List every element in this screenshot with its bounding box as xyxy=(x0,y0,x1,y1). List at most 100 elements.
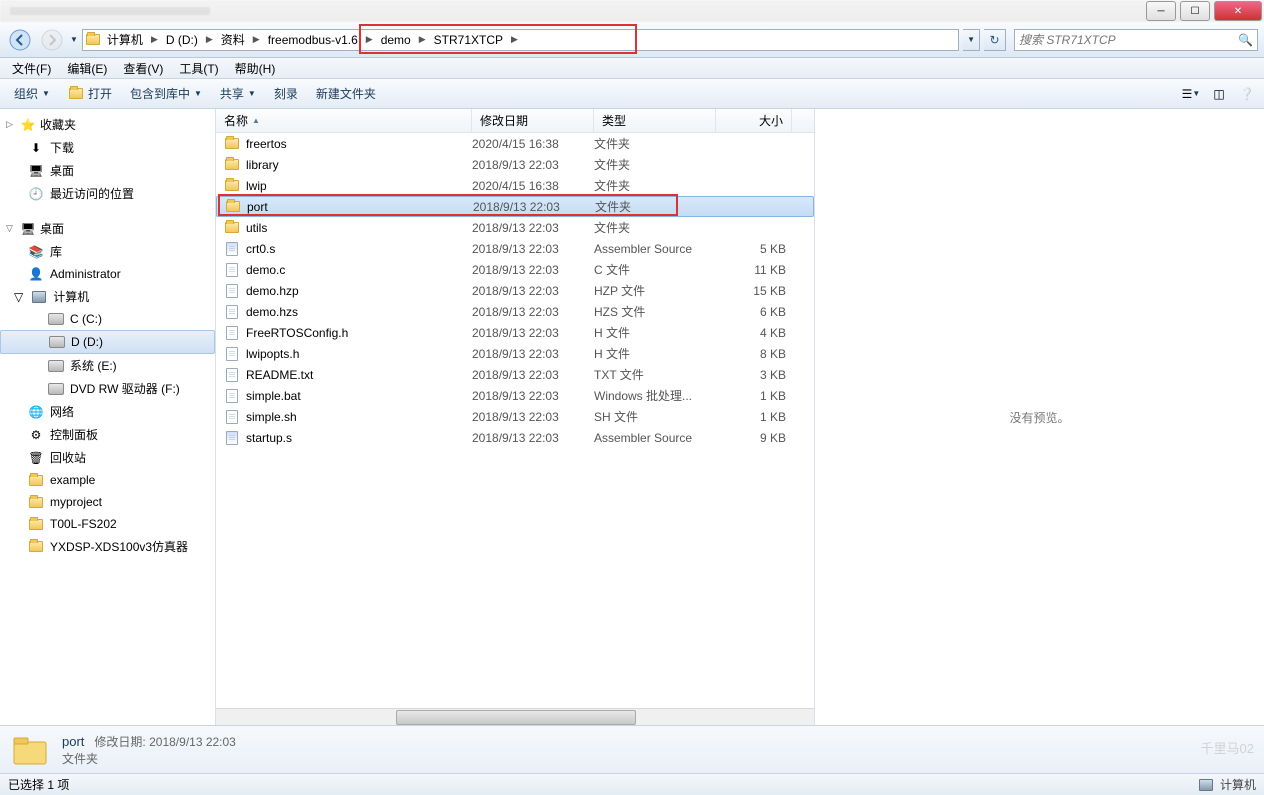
file-size: 1 KB xyxy=(716,410,786,424)
include-library-button[interactable]: 包含到库中 ▼ xyxy=(122,81,210,106)
breadcrumb-segment[interactable]: STR71XTCP xyxy=(428,31,509,49)
sidebar-item-label: example xyxy=(50,473,95,487)
back-button[interactable] xyxy=(6,26,34,54)
sidebar-item[interactable]: 系统 (E:) xyxy=(0,354,215,377)
help-button[interactable]: ❔ xyxy=(1236,83,1258,105)
breadcrumb[interactable]: 计算机▶D (D:)▶资料▶freemodbus-v1.6▶demo▶STR71… xyxy=(82,29,959,51)
file-row[interactable]: utils2018/9/13 22:03文件夹 xyxy=(216,217,814,238)
sidebar-item[interactable]: ⚙控制面板 xyxy=(0,423,215,446)
new-folder-button[interactable]: 新建文件夹 xyxy=(308,81,384,106)
navigation-pane[interactable]: ▷⭐收藏夹⬇下载🖥桌面🕘最近访问的位置▽🖥桌面📚库👤Administrator▽… xyxy=(0,109,216,725)
share-button[interactable]: 共享 ▼ xyxy=(212,81,264,106)
open-button[interactable]: 打开 xyxy=(60,81,120,106)
close-button[interactable]: ✕ xyxy=(1214,1,1262,21)
file-row[interactable]: port2018/9/13 22:03文件夹 xyxy=(216,196,814,217)
search-input[interactable] xyxy=(1019,33,1238,47)
file-row[interactable]: crt0.s2018/9/13 22:03Assembler Source5 K… xyxy=(216,238,814,259)
file-type: 文件夹 xyxy=(594,219,716,236)
chevron-right-icon[interactable]: ▶ xyxy=(509,34,520,45)
file-date: 2018/9/13 22:03 xyxy=(473,200,595,214)
view-mode-button[interactable]: ☰ ▼ xyxy=(1180,83,1202,105)
history-dropdown[interactable]: ▼ xyxy=(70,35,78,44)
sidebar-item[interactable]: 🗑回收站 xyxy=(0,446,215,469)
sidebar-item[interactable]: 🌐网络 xyxy=(0,400,215,423)
organize-button[interactable]: 组织 ▼ xyxy=(6,81,58,106)
sidebar-item[interactable]: 🕘最近访问的位置 xyxy=(0,182,215,205)
sidebar-item[interactable]: ⬇下载 xyxy=(0,136,215,159)
chevron-right-icon[interactable]: ▶ xyxy=(417,34,428,45)
menu-item[interactable]: 编辑(E) xyxy=(59,58,115,79)
breadcrumb-segment[interactable]: 计算机 xyxy=(101,29,149,50)
sidebar-item[interactable]: C (C:) xyxy=(0,308,215,330)
menu-item[interactable]: 查看(V) xyxy=(115,58,171,79)
file-row[interactable]: simple.sh2018/9/13 22:03SH 文件1 KB xyxy=(216,406,814,427)
file-row[interactable]: demo.hzp2018/9/13 22:03HZP 文件15 KB xyxy=(216,280,814,301)
breadcrumb-segment[interactable]: demo xyxy=(375,31,417,49)
chevron-right-icon[interactable]: ▶ xyxy=(251,34,262,45)
file-date: 2018/9/13 22:03 xyxy=(472,431,594,445)
preview-pane-button[interactable]: ◫ xyxy=(1208,83,1230,105)
minimize-button[interactable]: ─ xyxy=(1146,1,1176,21)
file-icon xyxy=(224,367,240,383)
column-name[interactable]: 名称▲ xyxy=(216,109,472,132)
sidebar-desktop[interactable]: ▽🖥桌面 xyxy=(0,217,215,240)
file-row[interactable]: FreeRTOSConfig.h2018/9/13 22:03H 文件4 KB xyxy=(216,322,814,343)
maximize-button[interactable]: ☐ xyxy=(1180,1,1210,21)
file-name: port xyxy=(247,200,268,214)
breadcrumb-segment[interactable]: D (D:) xyxy=(160,31,204,49)
horizontal-scrollbar[interactable] xyxy=(216,708,814,725)
sidebar-item[interactable]: T00L-FS202 xyxy=(0,513,215,535)
sidebar-item[interactable]: myproject xyxy=(0,491,215,513)
file-row[interactable]: startup.s2018/9/13 22:03Assembler Source… xyxy=(216,427,814,448)
breadcrumb-dropdown[interactable]: ▼ xyxy=(963,29,980,51)
sidebar-item-label: T00L-FS202 xyxy=(50,517,117,531)
file-row[interactable]: demo.c2018/9/13 22:03C 文件11 KB xyxy=(216,259,814,280)
search-icon[interactable]: 🔍 xyxy=(1238,33,1253,47)
column-date[interactable]: 修改日期 xyxy=(472,109,594,132)
file-icon xyxy=(224,409,240,425)
sidebar-item[interactable]: example xyxy=(0,469,215,491)
file-name: simple.sh xyxy=(246,410,297,424)
sidebar-item[interactable]: YXDSP-XDS100v3仿真器 xyxy=(0,535,215,558)
menu-item[interactable]: 帮助(H) xyxy=(227,58,284,79)
file-icon xyxy=(224,283,240,299)
file-row[interactable]: README.txt2018/9/13 22:03TXT 文件3 KB xyxy=(216,364,814,385)
search-box[interactable]: 🔍 xyxy=(1014,29,1258,51)
file-icon xyxy=(224,346,240,362)
sidebar-item-label: 控制面板 xyxy=(50,426,98,443)
file-row[interactable]: lwipopts.h2018/9/13 22:03H 文件8 KB xyxy=(216,343,814,364)
sidebar-item-label: 网络 xyxy=(50,403,74,420)
column-size[interactable]: 大小 xyxy=(716,109,792,132)
burn-button[interactable]: 刻录 xyxy=(266,81,306,106)
breadcrumb-segment[interactable]: 资料 xyxy=(215,29,251,50)
file-date: 2018/9/13 22:03 xyxy=(472,305,594,319)
sidebar-favorites[interactable]: ▷⭐收藏夹 xyxy=(0,113,215,136)
file-row[interactable]: library2018/9/13 22:03文件夹 xyxy=(216,154,814,175)
sidebar-item[interactable]: 📚库 xyxy=(0,240,215,263)
sidebar-item-label: YXDSP-XDS100v3仿真器 xyxy=(50,538,188,555)
chevron-right-icon[interactable]: ▶ xyxy=(149,34,160,45)
chevron-right-icon[interactable]: ▶ xyxy=(204,34,215,45)
file-row[interactable]: simple.bat2018/9/13 22:03Windows 批处理...1… xyxy=(216,385,814,406)
refresh-button[interactable]: ↻ xyxy=(984,29,1006,51)
status-text: 已选择 1 项 xyxy=(8,776,69,793)
sidebar-item[interactable]: 🖥桌面 xyxy=(0,159,215,182)
column-type[interactable]: 类型 xyxy=(594,109,716,132)
menu-item[interactable]: 文件(F) xyxy=(4,58,59,79)
file-row[interactable]: demo.hzs2018/9/13 22:03HZS 文件6 KB xyxy=(216,301,814,322)
menu-item[interactable]: 工具(T) xyxy=(171,58,226,79)
chevron-right-icon[interactable]: ▶ xyxy=(364,34,375,45)
sidebar-item-label: DVD RW 驱动器 (F:) xyxy=(70,380,180,397)
forward-button[interactable] xyxy=(38,26,66,54)
scrollbar-thumb[interactable] xyxy=(396,710,636,725)
expand-icon[interactable]: ▽ xyxy=(14,290,23,304)
sidebar-item[interactable]: D (D:) xyxy=(0,330,215,354)
breadcrumb-segment[interactable]: freemodbus-v1.6 xyxy=(262,31,364,49)
file-row[interactable]: lwip2020/4/15 16:38文件夹 xyxy=(216,175,814,196)
sidebar-item[interactable]: ▽计算机 xyxy=(0,285,215,308)
sidebar-item[interactable]: DVD RW 驱动器 (F:) xyxy=(0,377,215,400)
sidebar-item[interactable]: 👤Administrator xyxy=(0,263,215,285)
folder-icon xyxy=(224,178,240,194)
file-rows[interactable]: freertos2020/4/15 16:38文件夹library2018/9/… xyxy=(216,133,814,708)
file-row[interactable]: freertos2020/4/15 16:38文件夹 xyxy=(216,133,814,154)
